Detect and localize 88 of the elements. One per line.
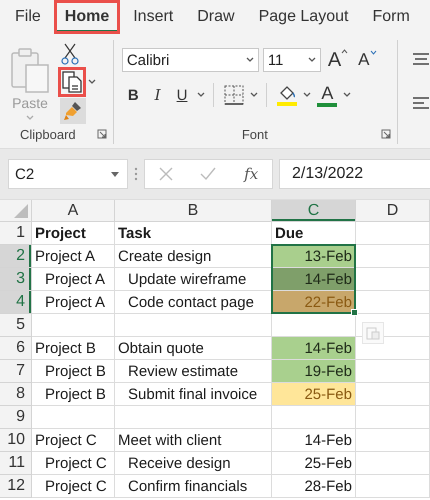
caret-down-icon — [370, 50, 376, 55]
chevron-icon — [246, 57, 254, 63]
font-color-button[interactable]: A — [315, 84, 340, 106]
ribbon-tab[interactable]: Insert — [122, 0, 184, 34]
table-cell: 13-Feb — [272, 245, 356, 268]
clipboard-icon — [366, 326, 380, 340]
column-header[interactable]: B — [115, 200, 272, 222]
chevron-icon[interactable] — [303, 92, 312, 98]
row-header[interactable]: 12 — [0, 475, 32, 498]
drag-handle-icon — [134, 167, 138, 181]
row-header[interactable]: 5 — [0, 314, 32, 337]
row-header[interactable]: 8 — [0, 383, 32, 406]
table-cell: 25-Feb — [272, 383, 356, 406]
table-cell: 14-Feb — [272, 337, 356, 360]
table-cell: Meet with client — [115, 429, 272, 452]
table-cell: Project B — [32, 360, 115, 383]
font-name-dropdown[interactable]: Calibri — [122, 48, 259, 72]
group-label: Clipboard — [20, 126, 76, 142]
ribbon-tab[interactable]: Draw — [186, 0, 246, 34]
row-header[interactable]: 1 — [0, 222, 32, 245]
italic-button[interactable]: I — [148, 86, 167, 104]
table-cell: Project A — [32, 291, 115, 314]
table-cell: Project C — [32, 475, 115, 498]
table-cell: Project — [32, 222, 115, 245]
row-header[interactable]: 2 — [0, 245, 32, 268]
copy-button[interactable] — [60, 69, 84, 95]
row-header[interactable]: 9 — [0, 406, 32, 429]
underline-button[interactable]: U — [170, 86, 194, 104]
chevron-icon — [308, 57, 316, 63]
align-left-icon[interactable] — [412, 96, 430, 110]
ribbon-tab[interactable]: Home — [54, 0, 120, 34]
table-cell: 25-Feb — [272, 452, 356, 475]
borders-icon — [223, 84, 246, 106]
bold-button[interactable]: B — [122, 86, 145, 104]
row-header[interactable]: 3 — [0, 268, 32, 291]
column-header[interactable]: D — [356, 200, 430, 222]
group-label: Font — [242, 126, 268, 142]
ribbon-tab[interactable]: File — [4, 0, 52, 34]
shrink-font-button[interactable]: A — [355, 50, 380, 70]
table-cell: 19-Feb — [272, 360, 356, 383]
grow-font-button[interactable]: A — [324, 48, 352, 72]
table-cell: Project A — [32, 245, 115, 268]
table-cell: Create design — [115, 245, 272, 268]
name-box[interactable]: C2 — [8, 159, 128, 189]
ribbon-tab[interactable]: Page Layout — [248, 0, 360, 34]
table-cell: Project C — [32, 429, 115, 452]
chevron-icon[interactable] — [250, 92, 258, 98]
table-cell: Code contact page — [115, 291, 272, 314]
select-all-triangle-icon — [14, 204, 28, 218]
table-cell: Project B — [32, 383, 115, 406]
table-cell: Project C — [32, 452, 115, 475]
table-cell: Receive design — [115, 452, 272, 475]
caret-up-icon — [341, 48, 348, 54]
borders-button[interactable] — [222, 83, 246, 107]
table-cell: Project B — [32, 337, 115, 360]
row-header[interactable]: 7 — [0, 360, 32, 383]
insert-function-button[interactable]: fx — [244, 165, 258, 183]
row-header[interactable]: 4 — [0, 291, 32, 314]
scissors-icon — [61, 43, 79, 65]
table-cell: 28-Feb — [272, 475, 356, 498]
formula-field[interactable]: 2/13/2022 — [279, 159, 430, 189]
font-size-dropdown[interactable]: 11 — [262, 48, 321, 72]
chevron-icon[interactable] — [197, 92, 206, 98]
table-cell: Update wireframe — [115, 268, 272, 291]
table-cell: 14-Feb — [272, 429, 356, 452]
chevron-icon[interactable] — [88, 79, 96, 85]
column-header[interactable]: A — [32, 200, 115, 222]
table-cell: 14-Feb — [272, 268, 356, 291]
row-header[interactable]: 11 — [0, 452, 32, 475]
format-painter-button[interactable] — [60, 98, 86, 124]
row-header[interactable]: 10 — [0, 429, 32, 452]
dropdown-arrow-icon — [111, 172, 119, 176]
chevron-icon[interactable] — [343, 92, 352, 98]
dialog-launcher-icon[interactable] — [96, 129, 107, 139]
fill-handle[interactable] — [351, 309, 358, 316]
clipboard-icon — [10, 47, 50, 93]
checkmark-icon[interactable] — [200, 167, 216, 181]
dialog-launcher-icon[interactable] — [381, 129, 391, 139]
cut-button[interactable] — [60, 42, 80, 66]
ribbon-tab[interactable]: Form — [361, 0, 421, 34]
table-cell: Confirm financials — [115, 475, 272, 498]
row-header[interactable]: 6 — [0, 337, 32, 360]
table-cell: Project A — [32, 268, 115, 291]
copy-icon — [61, 70, 83, 94]
align-middle-icon[interactable] — [412, 52, 430, 66]
table-cell: Due — [272, 222, 356, 245]
column-header[interactable]: C — [272, 200, 356, 222]
table-cell: Task — [115, 222, 272, 245]
